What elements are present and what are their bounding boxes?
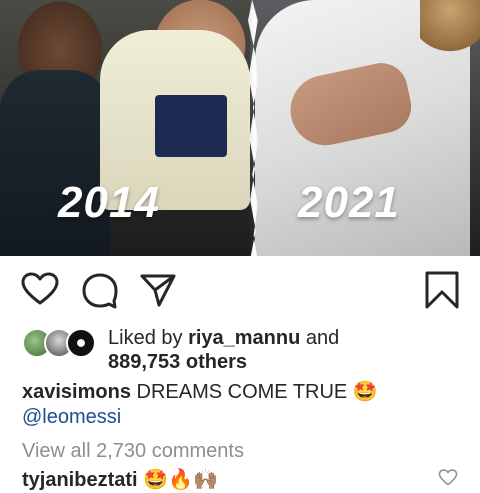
- liked-by-connector: and: [300, 327, 340, 349]
- post-image[interactable]: 2014 2021: [0, 0, 480, 256]
- photo-2021-hair: [420, 0, 480, 60]
- photo-2014-shirt-print: [155, 95, 227, 157]
- comment-like-button[interactable]: [438, 468, 458, 488]
- year-label-left: 2014: [58, 178, 160, 227]
- post-caption: xavisimons DREAMS COME TRUE 🤩: [22, 378, 462, 405]
- save-button[interactable]: [422, 270, 462, 310]
- comment-username[interactable]: tyjanibeztati: [22, 469, 138, 491]
- liker-avatar-3[interactable]: [66, 328, 96, 358]
- caption-mention-link[interactable]: @leomessi: [22, 404, 121, 430]
- caption-username[interactable]: xavisimons: [22, 381, 131, 403]
- year-label-right: 2021: [298, 178, 400, 227]
- liked-by-username[interactable]: riya_mannu: [188, 327, 300, 349]
- bookmark-icon: [425, 271, 459, 309]
- heart-icon: [21, 272, 59, 305]
- liked-by-text: Liked by riya_mannu and: [108, 326, 339, 350]
- heart-small-icon: [438, 469, 458, 486]
- likes-summary[interactable]: Liked by riya_mannu and 889,753 others: [22, 326, 462, 374]
- share-button[interactable]: [138, 270, 178, 310]
- likes-count[interactable]: 889,753 others: [108, 350, 247, 374]
- comment-button[interactable]: [80, 270, 120, 310]
- liked-by-prefix: Liked by: [108, 327, 189, 349]
- photo-2014-shirt-left: [0, 70, 110, 256]
- comment-bubble-icon: [82, 273, 118, 309]
- post-actions-bar: [0, 270, 480, 310]
- caption-text: DREAMS COME TRUE: [130, 381, 353, 403]
- caption-emoji: 🤩: [352, 379, 378, 403]
- like-button[interactable]: [20, 270, 60, 310]
- paper-plane-icon: [140, 274, 176, 307]
- view-all-comments-link[interactable]: View all 2,730 comments: [22, 438, 244, 464]
- comment-emojis: 🤩🔥🙌🏽: [143, 467, 218, 491]
